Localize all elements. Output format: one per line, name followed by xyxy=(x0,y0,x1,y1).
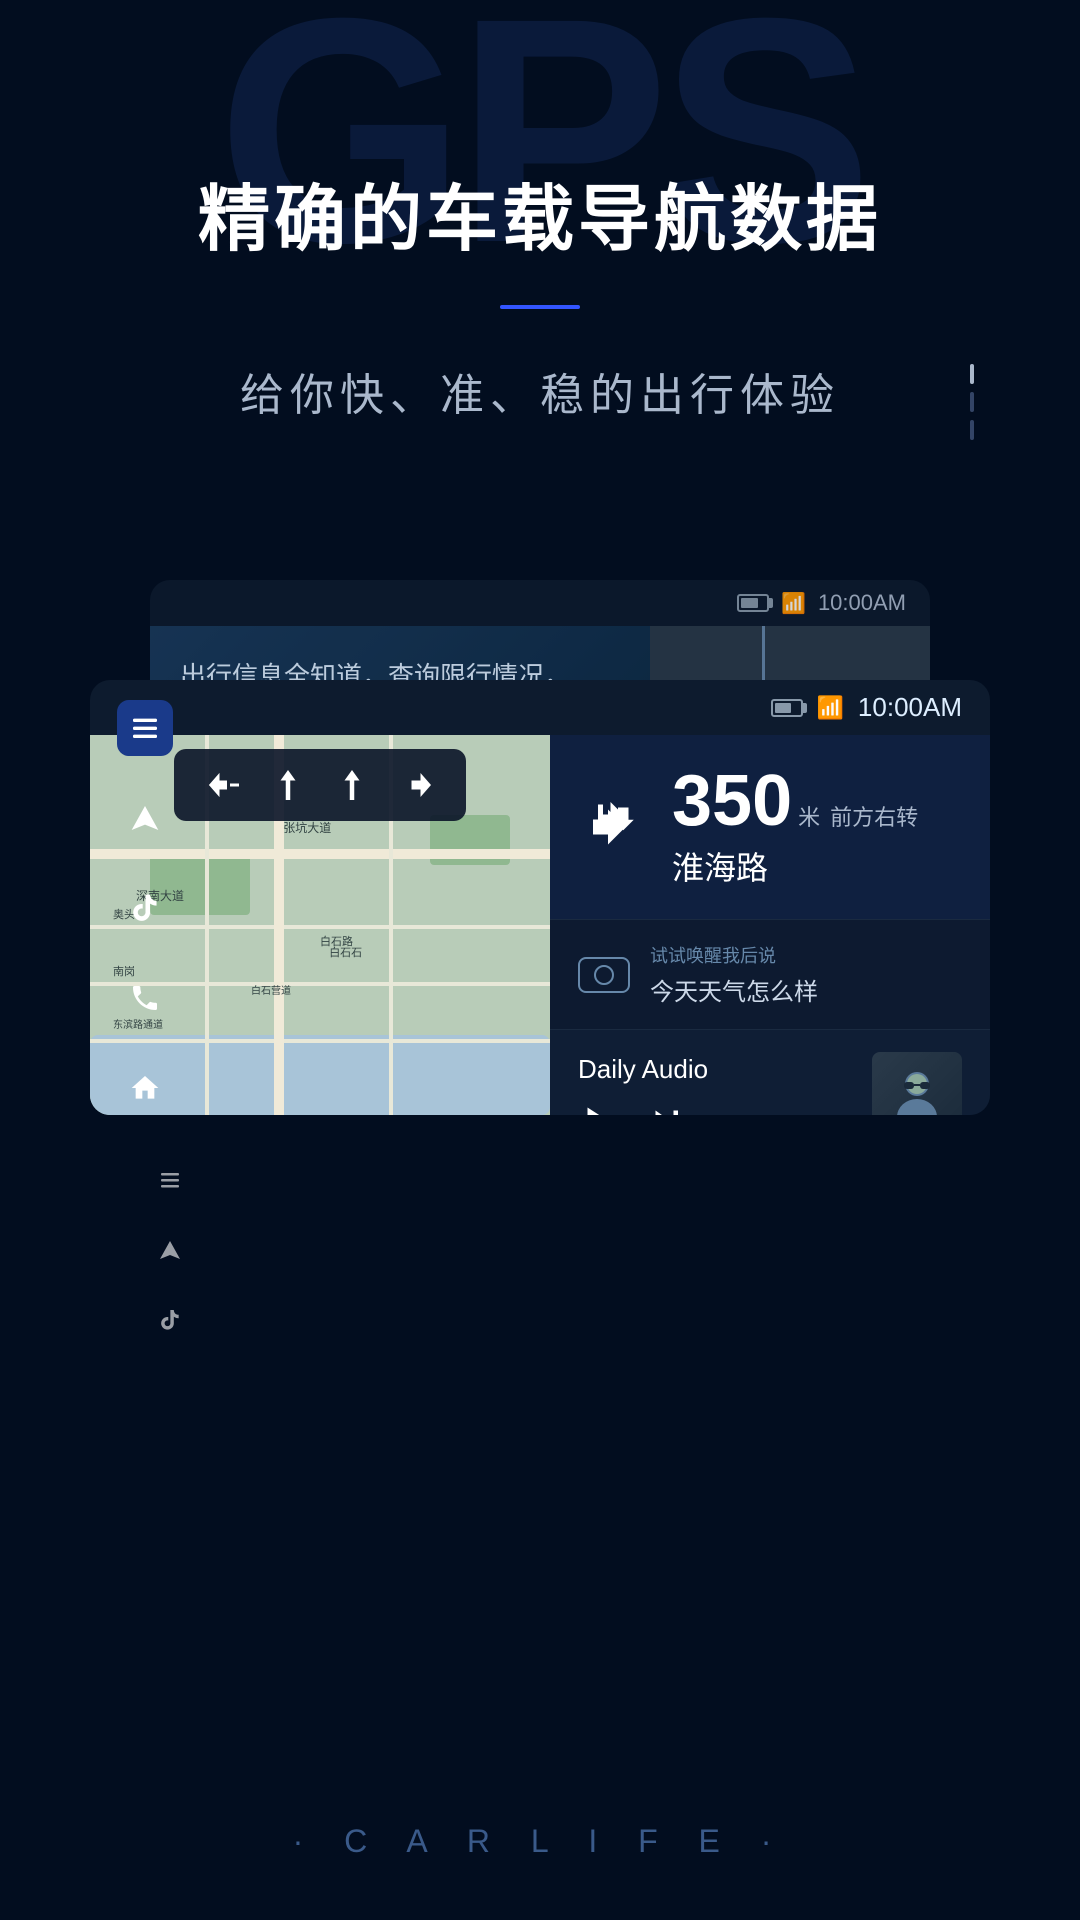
nav-text-group: 350 米 前方右转 淮海路 xyxy=(672,765,918,889)
progress-dot-1 xyxy=(970,364,974,384)
sidebar-item-home[interactable] xyxy=(117,1060,173,1116)
sidebar-top-menu xyxy=(150,1160,190,1200)
small-status-bar: 📶 10:00AM xyxy=(150,580,930,626)
dir-arrow-up2 xyxy=(330,763,374,807)
main-card-content: 张坑大道 深南大道 白石路 白石营道 东滨路通道 南岗 奥头 白石石 xyxy=(90,735,990,1115)
right-panel: 350 米 前方右转 淮海路 试试唤醒我后说 今天天气怎么样 xyxy=(550,735,990,1115)
nav-info-card: 350 米 前方右转 淮海路 xyxy=(550,735,990,920)
nav-street: 淮海路 xyxy=(672,843,918,889)
sidebar-main xyxy=(90,680,200,1136)
audio-thumbnail xyxy=(872,1052,962,1115)
hero-divider xyxy=(500,305,580,309)
dir-arrow-left xyxy=(202,763,246,807)
battery-icon-small xyxy=(737,594,769,612)
sidebar-top-tiktok xyxy=(150,1300,190,1340)
sidebar-item-tiktok[interactable] xyxy=(117,880,173,936)
battery-icon-main xyxy=(771,699,803,717)
time-small: 10:00AM xyxy=(818,590,906,616)
sidebar-top-nav xyxy=(150,1230,190,1270)
wifi-icon-main: 📶 xyxy=(817,695,844,721)
play-button[interactable] xyxy=(578,1101,618,1116)
next-button[interactable] xyxy=(646,1101,686,1116)
sidebar-item-menu[interactable] xyxy=(117,700,173,756)
progress-dot-3 xyxy=(970,420,974,440)
card-main: 📶 10:00AM xyxy=(90,680,990,1115)
map-label-8: 白石石 xyxy=(329,944,362,960)
voice-example: 今天天气怎么样 xyxy=(650,972,818,1007)
progress-dot-2 xyxy=(970,392,974,412)
dir-arrow-right xyxy=(394,763,438,807)
main-status-bar: 📶 10:00AM xyxy=(90,680,990,735)
nav-distance-unit: 米 xyxy=(798,800,820,832)
hero-section: 精确的车载导航数据 给你快、准、稳的出行体验 xyxy=(0,160,1080,423)
map-label-1: 张坑大道 xyxy=(283,819,331,836)
voice-card[interactable]: 试试唤醒我后说 今天天气怎么样 xyxy=(550,920,990,1030)
voice-icon-inner xyxy=(594,965,614,985)
sidebar-item-navigate[interactable] xyxy=(117,790,173,846)
nav-distance: 350 米 前方右转 xyxy=(672,765,918,837)
time-main: 10:00AM xyxy=(858,692,962,723)
progress-dots xyxy=(970,364,974,440)
audio-album-art xyxy=(882,1062,952,1115)
direction-bar xyxy=(174,749,466,821)
voice-text-group: 试试唤醒我后说 今天天气怎么样 xyxy=(650,942,818,1007)
carlife-footer: · C A R L I F E · xyxy=(293,1823,788,1860)
nav-instruction: 前方右转 xyxy=(830,800,918,832)
sidebar-top-small xyxy=(150,1160,190,1340)
voice-hint: 试试唤醒我后说 xyxy=(650,942,818,968)
map-label-4: 白石营道 xyxy=(251,982,291,997)
nav-distance-num: 350 xyxy=(672,765,792,837)
hero-subtitle: 给你快、准、稳的出行体验 xyxy=(0,359,1080,423)
audio-controls xyxy=(578,1101,708,1116)
dir-arrow-up xyxy=(266,763,310,807)
voice-icon xyxy=(578,957,630,993)
hero-title: 精确的车载导航数据 xyxy=(0,160,1080,265)
sidebar-item-phone[interactable] xyxy=(117,970,173,1026)
audio-info: Daily Audio xyxy=(578,1054,708,1116)
audio-title: Daily Audio xyxy=(578,1054,708,1085)
wifi-icon-small: 📶 xyxy=(781,591,806,616)
turn-arrow xyxy=(578,792,648,862)
audio-card[interactable]: Daily Audio xyxy=(550,1030,990,1115)
